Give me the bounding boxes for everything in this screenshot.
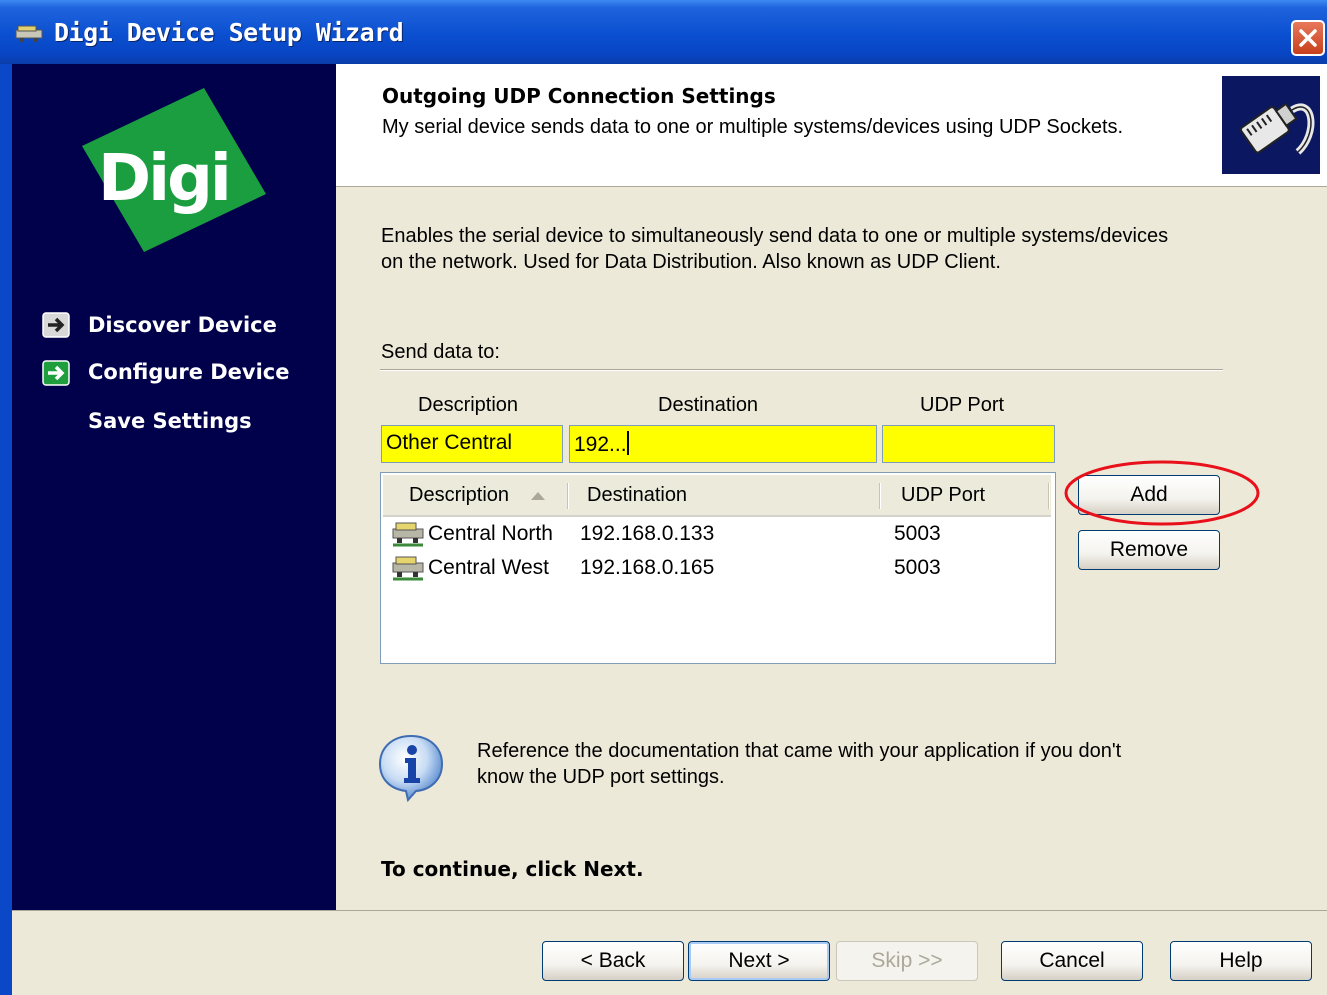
next-button[interactable]: Next > <box>688 941 830 981</box>
network-device-icon <box>392 556 424 581</box>
back-button[interactable]: < Back <box>542 941 684 981</box>
column-header-udp-port[interactable]: UDP Port <box>901 484 985 507</box>
page-subtitle: My serial device sends data to one or mu… <box>382 116 1124 138</box>
close-button[interactable] <box>1291 20 1325 56</box>
next-arrow-glyph: > <box>771 949 790 972</box>
back-button-label: Back <box>598 949 646 972</box>
destinations-list[interactable]: Description Destination UDP Port Central… <box>380 472 1056 664</box>
column-divider[interactable] <box>1048 483 1050 509</box>
close-icon <box>1299 29 1317 47</box>
arrow-right-icon <box>42 360 70 386</box>
list-item[interactable]: Central West 192.168.0.165 5003 <box>381 551 1051 585</box>
row-description: Central North <box>428 522 553 545</box>
title-bar[interactable]: Digi Device Setup Wizard <box>0 0 1327 64</box>
row-destination: 192.168.0.165 <box>580 556 715 579</box>
wizard-header: Outgoing UDP Connection Settings My seri… <box>336 64 1327 187</box>
list-item[interactable]: Central North 192.168.0.133 5003 <box>381 517 1051 551</box>
column-header-destination[interactable]: Destination <box>587 484 687 507</box>
sort-ascending-icon <box>530 492 545 500</box>
row-udp-port: 5003 <box>894 522 941 545</box>
page-title: Outgoing UDP Connection Settings <box>382 84 776 108</box>
network-device-icon <box>15 25 43 42</box>
cancel-button[interactable]: Cancel <box>1001 941 1143 981</box>
help-button[interactable]: Help <box>1170 941 1312 981</box>
udp-port-field-label: UDP Port <box>920 394 1005 416</box>
network-plug-icon <box>1222 76 1320 174</box>
row-udp-port: 5003 <box>894 556 941 579</box>
column-divider[interactable] <box>567 483 569 509</box>
info-text-line2: know the UDP port settings. <box>477 766 725 788</box>
svg-text:Digi: Digi <box>98 142 229 216</box>
sidebar-item-configure-device: Configure Device <box>88 360 290 384</box>
sidebar-item-discover-device: Discover Device <box>88 313 277 337</box>
window-title: Digi Device Setup Wizard <box>54 18 404 47</box>
column-header-description-label: Description <box>409 484 510 506</box>
destination-input-value: 192... <box>574 433 627 456</box>
description-text-line1: Enables the serial device to simultaneou… <box>381 225 1169 247</box>
back-arrow-glyph: < <box>580 949 599 972</box>
text-cursor <box>626 431 629 455</box>
arrow-right-icon <box>42 312 70 338</box>
digi-logo: Digi <box>82 88 266 252</box>
red-circle-annotation <box>1064 460 1260 526</box>
list-header: Description Destination UDP Port <box>383 475 1051 517</box>
column-divider[interactable] <box>879 483 881 509</box>
udp-port-input[interactable] <box>882 425 1055 463</box>
description-field-label: Description <box>418 394 519 416</box>
info-text-line1: Reference the documentation that came wi… <box>477 740 1122 762</box>
info-icon <box>378 734 444 802</box>
continue-instruction: To continue, click Next. <box>381 857 644 881</box>
row-description: Central West <box>428 556 549 579</box>
send-data-label: Send data to: <box>381 341 500 363</box>
description-input[interactable]: Other Central <box>381 425 563 463</box>
destination-field-label: Destination <box>658 394 759 416</box>
wizard-sidebar: Digi Discover Device Configure Device Sa… <box>12 64 336 911</box>
skip-button[interactable]: Skip >> <box>836 941 978 981</box>
window-frame <box>0 64 12 995</box>
section-divider <box>380 369 1223 371</box>
destination-input[interactable]: 192... <box>569 425 877 463</box>
network-device-icon <box>392 522 424 547</box>
next-button-label: Next <box>728 949 772 972</box>
sidebar-item-save-settings: Save Settings <box>88 409 252 433</box>
footer-divider <box>12 910 1327 911</box>
column-header-description[interactable]: Description <box>409 484 547 507</box>
wizard-window: Digi Device Setup Wizard Digi Discover D… <box>0 0 1327 995</box>
remove-button[interactable]: Remove <box>1078 530 1220 570</box>
row-destination: 192.168.0.133 <box>580 522 715 545</box>
description-text-line2: on the network. Used for Data Distributi… <box>381 251 1001 273</box>
